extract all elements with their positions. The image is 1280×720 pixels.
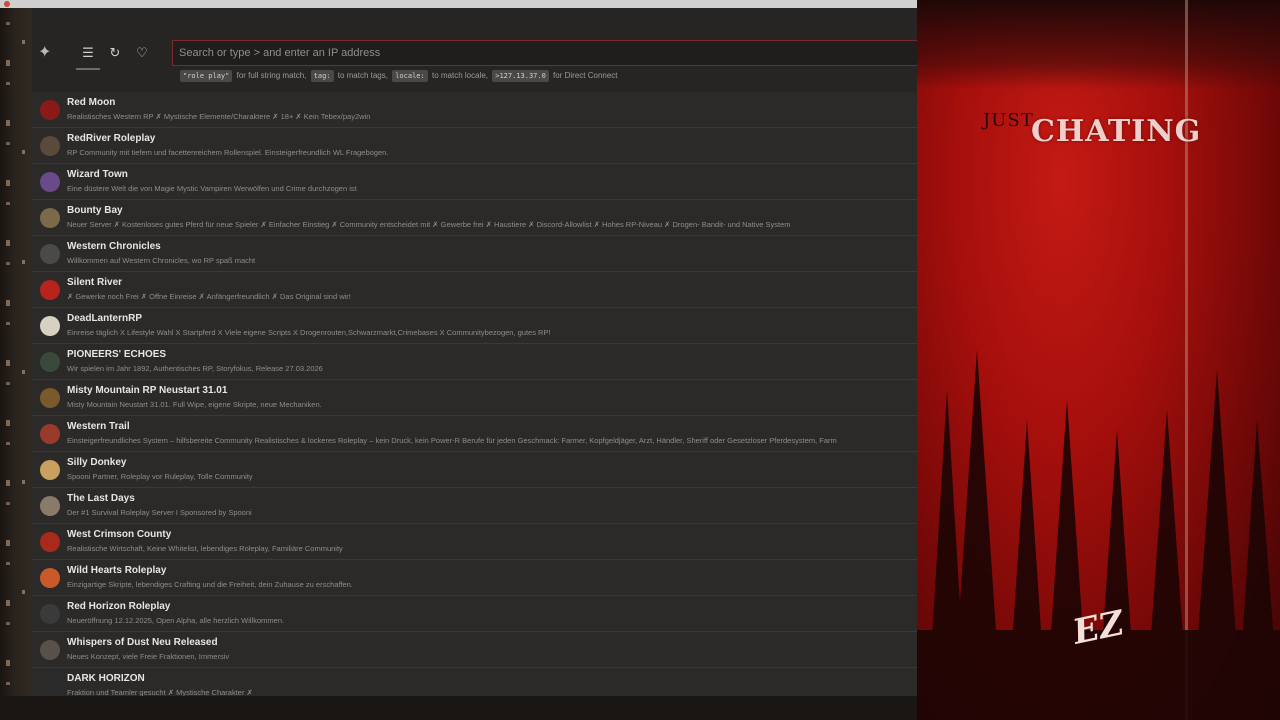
server-row[interactable]: Western Chronicles Willkommen auf Western…	[32, 236, 917, 272]
server-icon	[40, 640, 60, 660]
server-row[interactable]: PIONEERS' ECHOES Wir spielen im Jahr 1892…	[32, 344, 917, 380]
hint-text-tag: to match tags,	[337, 71, 388, 80]
forest-silhouette	[917, 350, 1280, 720]
server-icon	[40, 568, 60, 588]
server-icon	[40, 172, 60, 192]
browser-header: ✦ ☰ ↻ ♡ "role play" for full string matc…	[32, 8, 917, 92]
screen: ✦ ☰ ↻ ♡ "role play" for full string matc…	[0, 0, 1280, 720]
hint-text-fullstring: for full string match,	[236, 71, 307, 80]
server-name: Wizard Town	[67, 169, 128, 180]
server-icon	[40, 388, 60, 408]
server-name: The Last Days	[67, 493, 135, 504]
server-name: Silly Donkey	[67, 457, 127, 468]
server-row[interactable]: The Last Days Der #1 Survival Roleplay Se…	[32, 488, 917, 524]
server-description: Eine düstere Welt die von Magie Mystic V…	[67, 184, 357, 193]
overlay-title-big: CHATING	[1031, 114, 1202, 149]
server-name: RedRiver Roleplay	[67, 133, 156, 144]
server-description: Neuer Server ✗ Kostenloses gutes Pferd f…	[67, 220, 791, 229]
server-description: Realistische Wirtschaft, Keine Whitelist…	[67, 544, 343, 553]
server-description: Einzigartige Skripte, lebendiges Craftin…	[67, 580, 353, 589]
history-icon[interactable]: ↻	[105, 44, 125, 64]
stream-overlay-panel: JUST CHATING EZ	[917, 0, 1280, 720]
search-hints: "role play" for full string match, tag: …	[178, 70, 618, 82]
server-row[interactable]: Silent River ✗ Gewerke noch Frei ✗ Offne …	[32, 272, 917, 308]
server-icon	[40, 100, 60, 120]
server-description: ✗ Gewerke noch Frei ✗ Offne Einreise ✗ A…	[67, 292, 351, 301]
server-name: DeadLanternRP	[67, 313, 143, 324]
server-name: Wild Hearts Roleplay	[67, 565, 167, 576]
server-description: Realistisches Western RP ✗ Mystische Ele…	[67, 112, 371, 121]
menu-icon[interactable]: ☰	[76, 44, 100, 70]
server-description: Der #1 Survival Roleplay Server I Sponso…	[67, 508, 252, 517]
server-name: Silent River	[67, 277, 123, 288]
server-row[interactable]: West Crimson County Realistische Wirtscha…	[32, 524, 917, 560]
overlay-dark-top	[917, 0, 1280, 90]
server-name: Bounty Bay	[67, 205, 123, 216]
hint-code-fullstring: "role play"	[180, 70, 233, 82]
server-icon	[40, 316, 60, 336]
server-row[interactable]: Misty Mountain RP Neustart 31.01 Misty Mo…	[32, 380, 917, 416]
server-row[interactable]: Wizard Town Eine düstere Welt die von Mag…	[32, 164, 917, 200]
bottom-grunge	[0, 696, 917, 720]
server-name: West Crimson County	[67, 529, 172, 540]
server-list: Red Moon Realistisches Western RP ✗ Mysti…	[32, 92, 917, 696]
server-description: Fraktion und Teamler gesucht ✗ Mystische…	[67, 688, 253, 696]
hint-text-direct: for Direct Connect	[553, 71, 618, 80]
server-description: Einsteigerfreundliches System – hilfsber…	[67, 436, 837, 445]
server-row[interactable]: Whispers of Dust Neu Released Neues Konze…	[32, 632, 917, 668]
server-row[interactable]: Red Moon Realistisches Western RP ✗ Mysti…	[32, 92, 917, 128]
server-description: Willkommen auf Western Chronicles, wo RP…	[67, 256, 256, 265]
window-titlebar	[0, 0, 917, 8]
hint-code-direct: >127.13.37.0	[492, 70, 549, 82]
server-icon	[40, 460, 60, 480]
server-row[interactable]: Silly Donkey Spooni Partner, Roleplay vor…	[32, 452, 917, 488]
server-name: Whispers of Dust Neu Released	[67, 637, 218, 648]
server-row[interactable]: Wild Hearts Roleplay Einzigartige Skripte…	[32, 560, 917, 596]
server-icon	[40, 136, 60, 156]
server-name: Red Horizon Roleplay	[67, 601, 171, 612]
server-description: Wir spielen im Jahr 1892, Authentisches …	[67, 364, 323, 373]
server-icon	[40, 280, 60, 300]
window-close-dot[interactable]	[4, 1, 10, 7]
server-icon	[40, 532, 60, 552]
server-icon	[40, 424, 60, 444]
server-description: Einreise täglich X Lifestyle Wahl X Star…	[67, 328, 551, 337]
server-browser-window: ✦ ☰ ↻ ♡ "role play" for full string matc…	[32, 8, 917, 696]
server-row[interactable]: DeadLanternRP Einreise täglich X Lifestyl…	[32, 308, 917, 344]
server-name: Western Chronicles	[67, 241, 161, 252]
server-name: PIONEERS' ECHOES	[67, 349, 167, 360]
server-icon	[40, 352, 60, 372]
server-description: Spooni Partner, Roleplay vor Ruleplay, T…	[67, 472, 253, 481]
hint-text-locale: to match locale,	[431, 71, 488, 80]
server-description: Neueröffnung 12.12.2025, Open Alpha, all…	[67, 616, 285, 625]
server-icon	[40, 604, 60, 624]
server-name: Western Trail	[67, 421, 130, 432]
hint-code-locale: locale:	[392, 70, 428, 82]
server-description: Misty Mountain Neustart 31.01. Full Wipe…	[67, 400, 322, 409]
server-icon	[40, 496, 60, 516]
overlay-title-small: JUST	[983, 110, 1034, 131]
server-name: DARK HORIZON	[67, 673, 145, 684]
server-icon	[40, 676, 60, 696]
app-logo-icon: ✦	[38, 42, 52, 61]
server-icon	[40, 208, 60, 228]
server-row[interactable]: DARK HORIZON Fraktion und Teamler gesucht…	[32, 668, 917, 696]
server-row[interactable]: Red Horizon Roleplay Neueröffnung 12.12.2…	[32, 596, 917, 632]
server-name: Misty Mountain RP Neustart 31.01	[67, 385, 228, 396]
server-name: Red Moon	[67, 97, 116, 108]
server-row[interactable]: Western Trail Einsteigerfreundliches Syst…	[32, 416, 917, 452]
server-description: RP Community mit tiefem und facettenreic…	[67, 148, 389, 157]
server-row[interactable]: Bounty Bay Neuer Server ✗ Kostenloses gut…	[32, 200, 917, 236]
server-description: Neues Konzept, viele Freie Fraktionen, I…	[67, 652, 230, 661]
favorites-heart-icon[interactable]: ♡	[132, 44, 152, 64]
server-icon	[40, 244, 60, 264]
server-row[interactable]: RedRiver Roleplay RP Community mit tiefem…	[32, 128, 917, 164]
search-input[interactable]	[172, 40, 917, 66]
hint-code-tag: tag:	[310, 70, 334, 82]
